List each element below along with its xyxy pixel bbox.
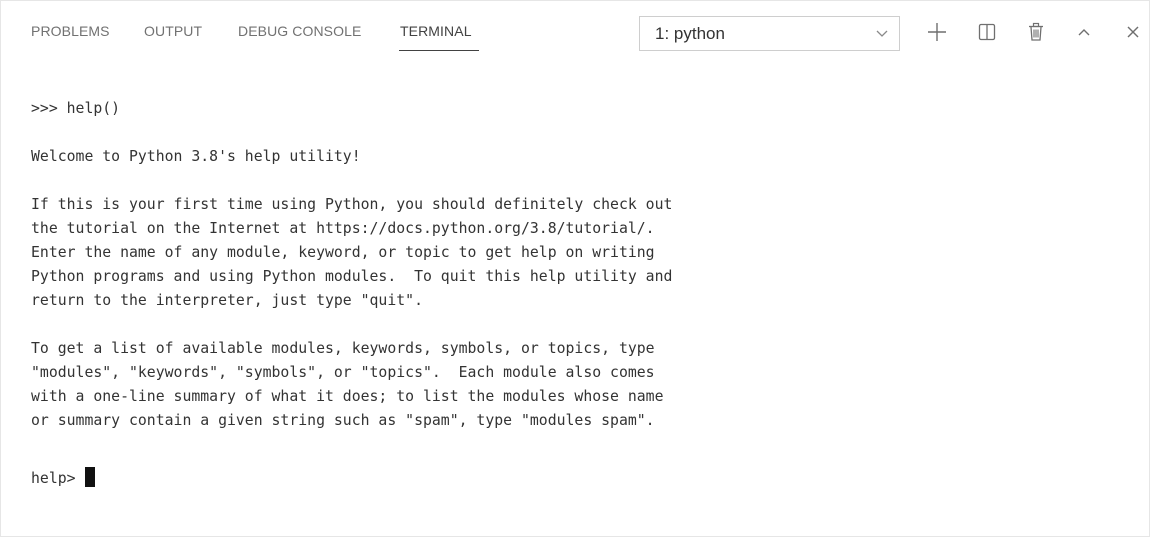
terminal-panel: PROBLEMS OUTPUT DEBUG CONSOLE TERMINAL 1… <box>0 0 1150 537</box>
active-tab-indicator <box>399 50 479 51</box>
terminal-line: If this is your first time using Python,… <box>31 196 673 213</box>
terminal-line: the tutorial on the Internet at https://… <box>31 220 655 237</box>
terminal-line: return to the interpreter, just type "qu… <box>31 292 423 309</box>
terminal-line: or summary contain a given string such a… <box>31 412 655 429</box>
terminal-line: Python programs and using Python modules… <box>31 268 673 285</box>
tab-debug-console[interactable]: DEBUG CONSOLE <box>238 23 361 39</box>
tab-problems[interactable]: PROBLEMS <box>31 23 110 39</box>
terminal-line: >>> help() <box>31 100 121 117</box>
terminal-line: To get a list of available modules, keyw… <box>31 340 655 357</box>
terminal-line: with a one-line summary of what it does;… <box>31 388 664 405</box>
text-cursor <box>85 467 96 487</box>
chevron-down-icon <box>876 30 888 37</box>
terminal-line: Enter the name of any module, keyword, o… <box>31 244 655 261</box>
terminal-output[interactable]: >>> help() Welcome to Python 3.8's help … <box>31 97 1129 491</box>
terminal-select-value: 1: python <box>655 24 725 43</box>
plus-icon[interactable] <box>926 21 948 43</box>
terminal-line: "modules", "keywords", "symbols", or "to… <box>31 364 655 381</box>
help-prompt: help> <box>31 470 85 487</box>
terminal-line: Welcome to Python 3.8's help utility! <box>31 148 361 165</box>
terminal-prompt-line[interactable]: help> <box>31 467 1129 491</box>
tab-terminal[interactable]: TERMINAL <box>400 23 472 39</box>
panel-tab-bar: PROBLEMS OUTPUT DEBUG CONSOLE TERMINAL 1… <box>1 1 1149 67</box>
close-icon[interactable] <box>1122 21 1144 43</box>
tab-output[interactable]: OUTPUT <box>144 23 202 39</box>
chevron-up-icon[interactable] <box>1073 21 1095 43</box>
trash-icon[interactable] <box>1025 21 1047 43</box>
split-icon[interactable] <box>976 21 998 43</box>
terminal-select-dropdown[interactable]: 1: python <box>639 16 900 51</box>
